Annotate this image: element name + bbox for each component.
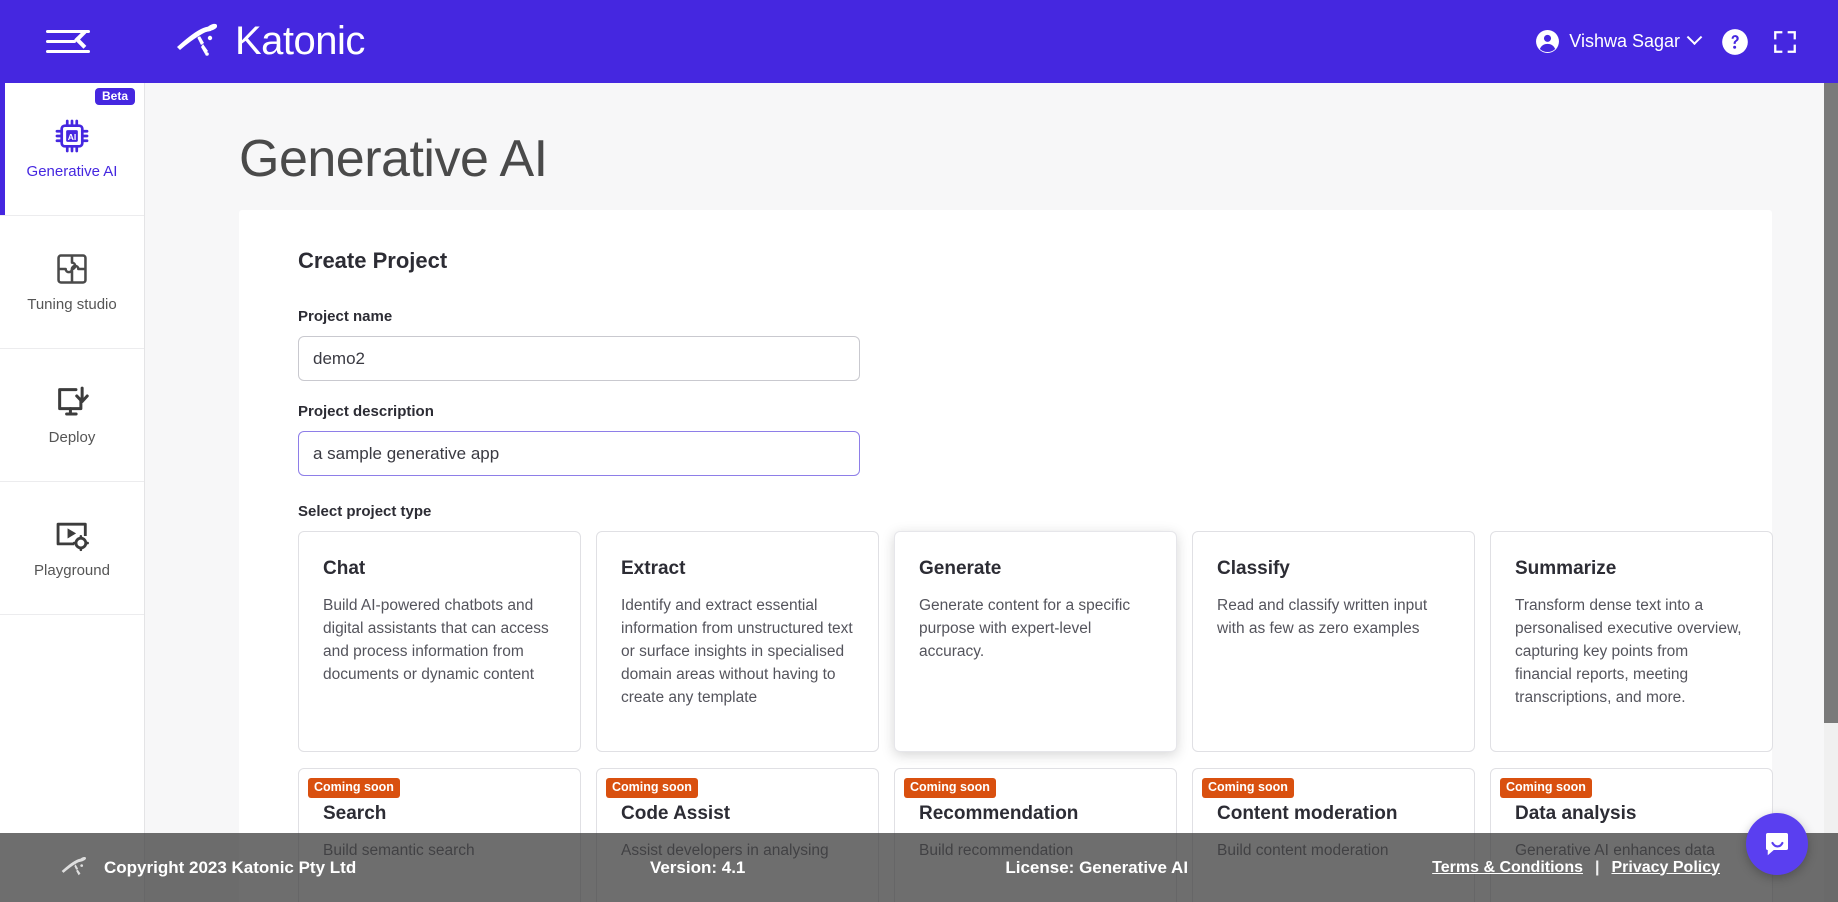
brand[interactable]: Katonic — [171, 19, 365, 64]
topbar-actions: Vishwa Sagar — [1525, 17, 1838, 67]
project-description-input[interactable] — [298, 431, 860, 476]
monitor-download-icon — [58, 386, 89, 416]
sidebar-item-label: Playground — [34, 562, 110, 580]
create-project-card: Create Project Project name Project desc… — [239, 210, 1773, 902]
project-type-name: Code Assist — [621, 803, 731, 824]
project-type-name: Generate — [919, 558, 1002, 579]
ai-chip-icon: AI — [55, 119, 89, 153]
footer-version: Version: 4.1 — [649, 857, 746, 877]
user-menu-button[interactable]: Vishwa Sagar — [1525, 23, 1710, 60]
project-type-description: Transform dense text into a personalised… — [1515, 597, 1742, 707]
project-type-name: Data analysis — [1515, 803, 1637, 824]
account-circle-icon — [1536, 30, 1560, 53]
main-content: Generative AI Create Project Project nam… — [146, 83, 1824, 902]
hamburger-collapse-icon[interactable] — [46, 27, 93, 57]
project-type-description: Generate content for a specific purpose … — [919, 597, 1131, 661]
project-type-name: Summarize — [1515, 558, 1617, 579]
svg-text:AI: AI — [68, 132, 77, 142]
footer-copyright: Copyright 2023 Katonic Pty Ltd — [58, 855, 356, 881]
chat-bubble-smile-icon — [1766, 833, 1788, 856]
project-type-name: Recommendation — [919, 803, 1079, 824]
project-name-input[interactable] — [298, 336, 860, 381]
project-type-name: Search — [323, 803, 387, 824]
coming-soon-badge: Coming soon — [308, 778, 400, 798]
project-type-card-summarize[interactable]: Summarize Transform dense text into a pe… — [1490, 531, 1773, 752]
chevron-down-icon — [1686, 29, 1703, 46]
privacy-policy-link[interactable]: Privacy Policy — [1611, 859, 1720, 877]
terms-and-conditions-link[interactable]: Terms & Conditions — [1432, 859, 1583, 877]
hamburger-bar — [46, 50, 90, 53]
coming-soon-badge: Coming soon — [606, 778, 698, 798]
page-title: Generative AI — [239, 130, 548, 188]
footer-links: Terms & Conditions | Privacy Policy — [1432, 859, 1720, 877]
project-type-description: Read and classify written input with as … — [1217, 597, 1428, 638]
sidebar-item-tuning-studio[interactable]: Tuning studio — [0, 216, 144, 349]
project-type-name: Chat — [323, 558, 366, 579]
fullscreen-button[interactable] — [1760, 17, 1810, 67]
project-type-description: Build AI-powered chatbots and digital as… — [323, 597, 549, 684]
sidebar-item-label: Deploy — [48, 429, 96, 447]
coming-soon-badge: Coming soon — [1202, 778, 1294, 798]
brand-name: Katonic — [235, 19, 365, 63]
app-root: Katonic Vishwa Sagar Beta AI Generative … — [0, 0, 1838, 902]
project-type-card-chat[interactable]: Chat Build AI-powered chatbots and digit… — [298, 531, 581, 752]
create-project-heading: Create Project — [298, 248, 448, 273]
sidebar-item-deploy[interactable]: Deploy — [0, 349, 144, 482]
project-type-name: Content moderation — [1217, 803, 1398, 824]
project-type-name: Classify — [1217, 558, 1290, 579]
footer-copyright-text: Copyright 2023 Katonic Pty Ltd — [104, 857, 357, 877]
project-type-name: Extract — [621, 558, 686, 579]
left-sidebar: Beta AI Generative AI Tuning studio Depl… — [0, 83, 145, 902]
project-name-label: Project name — [298, 308, 393, 325]
help-circle-icon — [1722, 28, 1748, 55]
project-type-card-classify[interactable]: Classify Read and classify written input… — [1192, 531, 1475, 752]
user-name-label: Vishwa Sagar — [1569, 31, 1680, 51]
chat-widget-button[interactable] — [1746, 813, 1808, 875]
help-button[interactable] — [1710, 17, 1760, 67]
footer-link-separator: | — [1595, 858, 1600, 876]
footer-bar: Copyright 2023 Katonic Pty Ltd Version: … — [0, 833, 1838, 902]
project-description-label: Project description — [298, 403, 434, 420]
footer-license: License: Generative AI — [1005, 857, 1189, 877]
hamburger-bar — [46, 40, 76, 43]
sidebar-item-playground[interactable]: Playground — [0, 482, 144, 615]
sidebar-item-generative-ai[interactable]: Beta AI Generative AI — [0, 83, 144, 216]
project-type-card-generate[interactable]: Generate Generate content for a specific… — [894, 531, 1177, 752]
top-navigation-bar: Katonic Vishwa Sagar — [0, 0, 1838, 83]
select-project-type-label: Select project type — [298, 503, 432, 520]
beta-badge: Beta — [94, 88, 135, 105]
vertical-scrollbar[interactable] — [1824, 83, 1838, 902]
project-type-card-extract[interactable]: Extract Identify and extract essential i… — [596, 531, 879, 752]
fullscreen-icon — [1774, 30, 1796, 53]
scrollbar-thumb[interactable] — [1824, 83, 1838, 723]
puzzle-icon — [57, 254, 87, 284]
sidebar-item-label: Tuning studio — [27, 296, 117, 314]
project-type-description: Identify and extract essential informati… — [621, 597, 853, 707]
coming-soon-badge: Coming soon — [904, 778, 996, 798]
play-settings-icon — [56, 523, 89, 552]
sidebar-item-label: Generative AI — [26, 163, 118, 181]
kangaroo-logo-icon — [177, 23, 217, 56]
coming-soon-badge: Coming soon — [1500, 778, 1592, 798]
kangaroo-logo-icon — [61, 856, 86, 875]
